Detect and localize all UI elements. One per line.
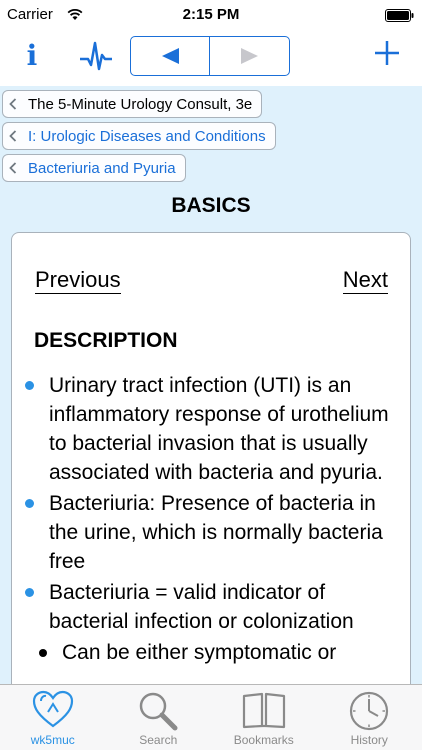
tab-history[interactable]: History	[317, 685, 422, 750]
content-area: The 5-Minute Urology Consult, 3e I: Urol…	[0, 86, 422, 684]
back-arrow-icon	[162, 48, 179, 64]
description-heading: DESCRIPTION	[34, 329, 178, 352]
status-bar: Carrier 2:15 PM	[0, 0, 422, 30]
bullet-dot-icon	[25, 588, 34, 597]
battery-icon	[385, 9, 414, 22]
sub-list-item: Can be either symptomatic or	[12, 638, 410, 667]
section-title: BASICS	[171, 194, 251, 217]
forward-arrow-icon	[240, 48, 258, 64]
breadcrumb-topic[interactable]: Bacteriuria and Pyuria	[2, 154, 186, 182]
sub-list-item-text: Can be either symptomatic or	[62, 641, 337, 664]
breadcrumb-label: The 5-Minute Urology Consult, 3e	[28, 95, 253, 113]
list-item-text: Bacteriuria = valid indicator of bacteri…	[49, 581, 354, 633]
tab-label: Search	[139, 733, 178, 747]
clock-label: 2:15 PM	[182, 6, 240, 23]
pulse-icon[interactable]	[80, 38, 112, 74]
list-item-text: Urinary tract infection (UTI) is an infl…	[49, 374, 389, 484]
plus-icon[interactable]	[374, 40, 400, 66]
bullet-dot-icon	[25, 499, 34, 508]
breadcrumb-book[interactable]: The 5-Minute Urology Consult, 3e	[2, 90, 263, 118]
toolbar: i	[0, 30, 422, 86]
tab-label: wk5muc	[30, 733, 75, 747]
clock-icon	[350, 691, 389, 731]
chevron-left-icon	[9, 130, 17, 142]
list-item: Bacteriuria: Presence of bacteria in the…	[12, 489, 410, 576]
heart-icon	[32, 690, 73, 728]
list-item: Urinary tract infection (UTI) is an infl…	[12, 371, 410, 487]
previous-link[interactable]: Previous	[35, 267, 121, 294]
list-item-text: Bacteriuria: Presence of bacteria in the…	[49, 492, 383, 573]
back-button[interactable]	[131, 37, 210, 75]
tab-wk5muc[interactable]: wk5muc	[0, 685, 106, 750]
book-icon	[242, 692, 285, 729]
bullet-list: Urinary tract infection (UTI) is an infl…	[12, 371, 410, 667]
breadcrumb-label: Bacteriuria and Pyuria	[28, 159, 176, 177]
breadcrumb-label: I: Urologic Diseases and Conditions	[28, 127, 266, 145]
chevron-left-icon	[9, 162, 17, 174]
chevron-left-icon	[9, 98, 17, 110]
tab-label: History	[350, 733, 388, 747]
list-item: Bacteriuria = valid indicator of bacteri…	[12, 578, 410, 636]
bullet-dot-icon	[25, 381, 34, 390]
next-link[interactable]: Next	[342, 267, 388, 294]
tab-label: Bookmarks	[233, 733, 294, 747]
history-navigation	[130, 36, 290, 76]
bullet-dot-icon	[39, 649, 47, 657]
article-card[interactable]: Previous Next DESCRIPTION Urinary tract …	[11, 232, 411, 684]
tab-search[interactable]: Search	[106, 685, 212, 750]
magnifier-icon	[140, 692, 178, 731]
tab-bar: wk5muc Search Bookmarks History	[0, 684, 422, 750]
tab-bookmarks[interactable]: Bookmarks	[211, 685, 317, 750]
forward-button[interactable]	[210, 37, 289, 75]
breadcrumb-section[interactable]: I: Urologic Diseases and Conditions	[2, 122, 276, 150]
info-icon[interactable]: i	[22, 40, 42, 72]
